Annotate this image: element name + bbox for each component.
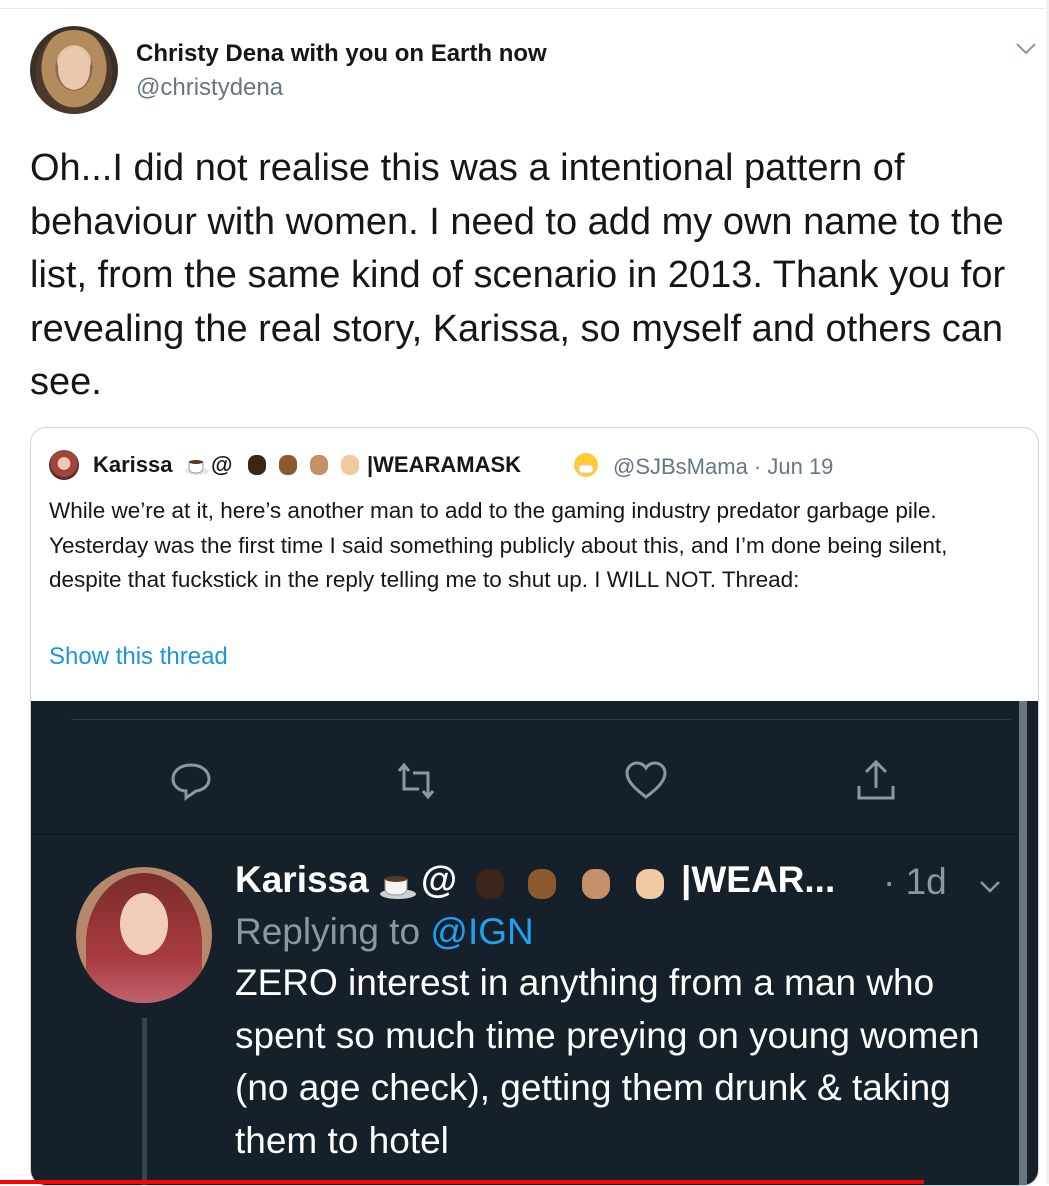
avatar-face — [58, 48, 90, 90]
coffee-emoji-icon — [380, 876, 416, 899]
retweet-icon[interactable] — [391, 756, 441, 806]
replying-to-label: Replying to — [235, 911, 421, 952]
reply-name-suffix: |WEAR... — [681, 859, 836, 900]
raised-fist-emoji-icon — [279, 455, 297, 475]
replying-to-mention[interactable]: @IGN — [430, 911, 533, 952]
raised-fist-emoji-icon — [248, 455, 266, 475]
like-icon[interactable] — [621, 756, 671, 806]
reply-author-name: Karissa — [235, 859, 369, 900]
raised-fist-emoji-icon — [636, 869, 664, 899]
video-progress-bar[interactable] — [0, 1180, 924, 1184]
media-scrollbar[interactable] — [1019, 701, 1027, 1185]
show-thread-link[interactable]: Show this thread — [49, 643, 228, 671]
chevron-down-icon[interactable] — [1014, 36, 1038, 60]
author-handle[interactable]: @christydena — [136, 74, 283, 102]
chevron-down-icon[interactable] — [979, 877, 1001, 897]
quoted-name-text: Karissa — [93, 452, 173, 477]
thread-connector-line — [142, 1018, 147, 1185]
quoted-at-symbol: @ — [211, 452, 233, 477]
quoted-tweet-card[interactable]: Karissa @ |WEARAMASK @SJBsMama · Jun 19 … — [30, 427, 1039, 1186]
coffee-emoji-icon — [185, 460, 209, 475]
reply-date: · 1d — [883, 861, 947, 902]
replying-to-line: Replying to @IGN — [235, 911, 534, 953]
reply-author-avatar — [76, 867, 212, 1003]
embedded-media[interactable]: Karissa @ |WEAR... · 1d Replying to @IGN… — [31, 701, 1038, 1185]
reply-tweet-text: ZERO interest in anything from a man who… — [235, 962, 980, 1161]
quoted-author-avatar — [49, 450, 79, 480]
quoted-author-name: Karissa — [93, 452, 173, 478]
raised-fist-emoji-icon — [341, 455, 359, 475]
raised-fist-emoji-icon — [528, 869, 556, 899]
quoted-handle-date: @SJBsMama · Jun 19 — [613, 454, 834, 479]
raised-fist-emoji-icon — [582, 869, 610, 899]
quoted-name-suffix: |WEARAMASK — [367, 452, 522, 477]
quoted-tweet-text: While we’re at it, here’s another man to… — [49, 498, 948, 592]
media-divider — [71, 719, 1011, 720]
share-icon[interactable] — [851, 756, 901, 806]
reply-at-symbol: @ — [421, 859, 458, 900]
media-divider-dark — [31, 834, 1019, 835]
top-divider — [0, 8, 1049, 9]
raised-fist-emoji-icon — [476, 869, 504, 899]
avatar-face — [120, 893, 168, 955]
mask-face-emoji-icon — [574, 453, 598, 477]
author-display-name[interactable]: Christy Dena with you on Earth now — [136, 40, 547, 68]
author-avatar[interactable] — [30, 26, 118, 114]
reply-icon[interactable] — [166, 756, 216, 806]
raised-fist-emoji-icon — [310, 455, 328, 475]
tweet-text: Oh...I did not realise this was a intent… — [30, 147, 1006, 403]
